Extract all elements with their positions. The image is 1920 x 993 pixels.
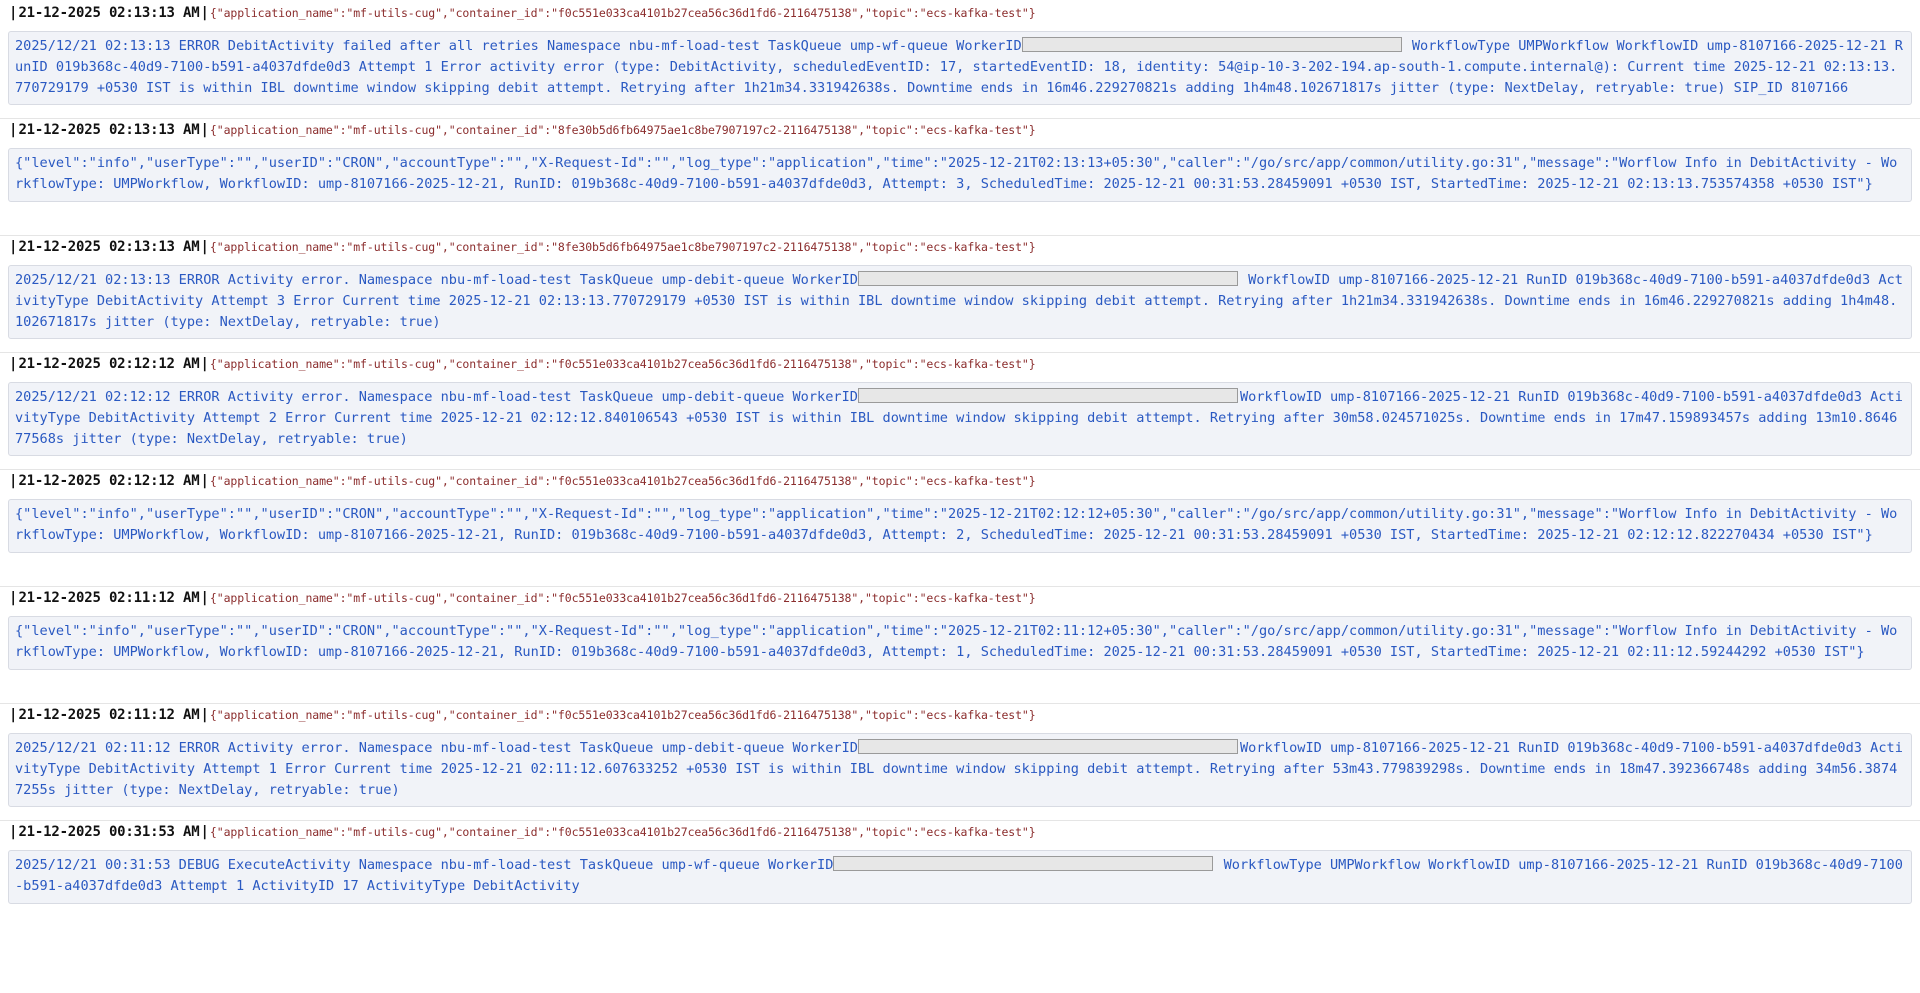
separator: | bbox=[9, 707, 18, 723]
log-entry[interactable]: | 21-12-2025 02:11:12 AM | {"application_na… bbox=[0, 587, 1920, 704]
log-message-text: {"level":"info","userType":"","userID":"… bbox=[15, 623, 1898, 660]
separator: | bbox=[200, 590, 209, 606]
log-metadata: {"application_name":"mf-utils-cug","cont… bbox=[209, 357, 1036, 371]
log-message-text: {"level":"info","userType":"","userID":"… bbox=[15, 506, 1898, 543]
log-timestamp: 21-12-2025 00:31:53 AM bbox=[18, 824, 200, 840]
separator: | bbox=[9, 473, 18, 489]
separator: | bbox=[200, 356, 209, 372]
separator: | bbox=[200, 5, 209, 21]
log-entry-header: | 21-12-2025 02:11:12 AM | {"application_na… bbox=[8, 704, 1912, 726]
separator: | bbox=[200, 707, 209, 723]
log-message[interactable]: {"level":"info","userType":"","userID":"… bbox=[8, 148, 1912, 202]
separator: | bbox=[9, 239, 18, 255]
log-metadata: {"application_name":"mf-utils-cug","cont… bbox=[209, 708, 1036, 722]
log-message[interactable]: 2025/12/21 02:11:12 ERROR Activity error… bbox=[8, 733, 1912, 807]
separator: | bbox=[9, 5, 18, 21]
log-metadata: {"application_name":"mf-utils-cug","cont… bbox=[209, 474, 1036, 488]
log-message[interactable]: 2025/12/21 00:31:53 DEBUG ExecuteActivit… bbox=[8, 850, 1912, 904]
redacted-worker-id bbox=[1021, 37, 1402, 52]
redacted-worker-id bbox=[857, 271, 1238, 286]
log-timestamp: 21-12-2025 02:11:12 AM bbox=[18, 707, 200, 723]
log-entry[interactable]: | 21-12-2025 02:13:13 AM | {"application_na… bbox=[0, 2, 1920, 119]
log-timestamp: 21-12-2025 02:11:12 AM bbox=[18, 590, 200, 606]
separator: | bbox=[200, 473, 209, 489]
separator: | bbox=[200, 824, 209, 840]
log-message-text: 2025/12/21 02:13:13 ERROR Activity error… bbox=[15, 272, 858, 288]
log-message[interactable]: 2025/12/21 02:13:13 ERROR DebitActivity … bbox=[8, 31, 1912, 105]
separator: | bbox=[9, 824, 18, 840]
separator: | bbox=[9, 122, 18, 138]
separator: | bbox=[200, 122, 209, 138]
log-entry-header: | 21-12-2025 02:13:13 AM | {"application_na… bbox=[8, 119, 1912, 141]
separator: | bbox=[9, 356, 18, 372]
log-timestamp: 21-12-2025 02:13:13 AM bbox=[18, 122, 200, 138]
redacted-worker-id bbox=[857, 388, 1238, 403]
log-metadata: {"application_name":"mf-utils-cug","cont… bbox=[209, 6, 1036, 20]
log-message[interactable]: {"level":"info","userType":"","userID":"… bbox=[8, 616, 1912, 670]
log-entry[interactable]: | 21-12-2025 02:12:12 AM | {"application_na… bbox=[0, 353, 1920, 470]
log-timestamp: 21-12-2025 02:12:12 AM bbox=[18, 356, 200, 372]
log-message-text: 2025/12/21 02:12:12 ERROR Activity error… bbox=[15, 389, 858, 405]
log-message[interactable]: 2025/12/21 02:12:12 ERROR Activity error… bbox=[8, 382, 1912, 456]
log-entry[interactable]: | 21-12-2025 00:31:53 AM | {"application_na… bbox=[0, 821, 1920, 938]
redacted-worker-id bbox=[833, 856, 1214, 871]
log-entry[interactable]: | 21-12-2025 02:13:13 AM | {"application_na… bbox=[0, 236, 1920, 353]
log-entry[interactable]: | 21-12-2025 02:11:12 AM | {"application_na… bbox=[0, 704, 1920, 821]
log-entry-header: | 21-12-2025 02:12:12 AM | {"application_na… bbox=[8, 470, 1912, 492]
log-entry-header: | 21-12-2025 02:13:13 AM | {"application_na… bbox=[8, 2, 1912, 24]
log-message[interactable]: 2025/12/21 02:13:13 ERROR Activity error… bbox=[8, 265, 1912, 339]
log-timestamp: 21-12-2025 02:12:12 AM bbox=[18, 473, 200, 489]
redacted-worker-id bbox=[857, 739, 1238, 754]
log-message[interactable]: {"level":"info","userType":"","userID":"… bbox=[8, 499, 1912, 553]
log-list[interactable]: | 21-12-2025 02:13:13 AM | {"application_na… bbox=[0, 0, 1920, 993]
log-metadata: {"application_name":"mf-utils-cug","cont… bbox=[209, 591, 1036, 605]
log-timestamp: 21-12-2025 02:13:13 AM bbox=[18, 239, 200, 255]
log-timestamp: 21-12-2025 02:13:13 AM bbox=[18, 5, 200, 21]
log-message-text: 2025/12/21 00:31:53 DEBUG ExecuteActivit… bbox=[15, 857, 834, 873]
log-entry[interactable]: | 21-12-2025 02:13:13 AM | {"application_na… bbox=[0, 119, 1920, 236]
log-metadata: {"application_name":"mf-utils-cug","cont… bbox=[209, 825, 1036, 839]
log-message-text: 2025/12/21 02:11:12 ERROR Activity error… bbox=[15, 740, 858, 756]
separator: | bbox=[9, 590, 18, 606]
separator: | bbox=[200, 239, 209, 255]
log-entry-header: | 21-12-2025 02:13:13 AM | {"application_na… bbox=[8, 236, 1912, 258]
log-entry-header: | 21-12-2025 02:11:12 AM | {"application_na… bbox=[8, 587, 1912, 609]
log-entry[interactable]: | 21-12-2025 02:12:12 AM | {"application_na… bbox=[0, 470, 1920, 587]
log-message-text: {"level":"info","userType":"","userID":"… bbox=[15, 155, 1898, 192]
log-metadata: {"application_name":"mf-utils-cug","cont… bbox=[209, 123, 1036, 137]
log-entry-header: | 21-12-2025 02:12:12 AM | {"application_na… bbox=[8, 353, 1912, 375]
log-entry-header: | 21-12-2025 00:31:53 AM | {"application_na… bbox=[8, 821, 1912, 843]
log-message-text: 2025/12/21 02:13:13 ERROR DebitActivity … bbox=[15, 38, 1022, 54]
log-metadata: {"application_name":"mf-utils-cug","cont… bbox=[209, 240, 1036, 254]
